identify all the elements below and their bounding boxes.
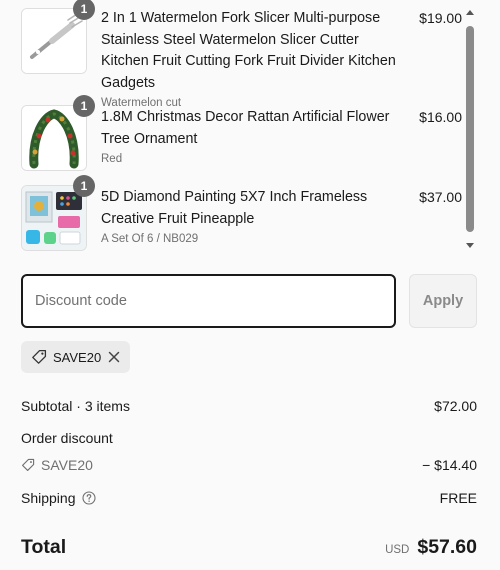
shipping-row: Shipping FREE <box>21 487 477 509</box>
subtotal-label: Subtotal · 3 items <box>21 398 130 414</box>
scroll-down-arrow-icon[interactable] <box>466 243 474 248</box>
order-discount-row: Order discount <box>21 427 477 449</box>
order-discount-label: Order discount <box>21 430 113 446</box>
total-row: Total USD $57.60 <box>21 532 477 562</box>
shipping-label: Shipping <box>21 490 76 506</box>
item-price: $37.00 <box>419 189 462 205</box>
subtotal-row: Subtotal · 3 items $72.00 <box>21 395 477 417</box>
quantity-badge: 1 <box>73 0 95 20</box>
discount-value: − $14.40 <box>422 457 477 473</box>
item-price: $16.00 <box>419 109 462 125</box>
total-label: Total <box>21 535 67 558</box>
item-title: 2 In 1 Watermelon Fork Slicer Multi-purp… <box>101 10 396 91</box>
item-variant: Red <box>101 153 123 165</box>
item-details: 1.8M Christmas Decor Rattan Artificial F… <box>101 107 409 167</box>
currency-code: USD <box>385 543 410 556</box>
item-title: 1.8M Christmas Decor Rattan Artificial F… <box>101 109 390 147</box>
applied-discount-code: SAVE20 <box>53 349 102 365</box>
discount-code-input[interactable] <box>21 274 396 328</box>
item-details: 2 In 1 Watermelon Fork Slicer Multi-purp… <box>101 8 409 111</box>
product-thumbnail: 1 <box>21 175 95 251</box>
item-details: 5D Diamond Painting 5X7 Inch Frameless C… <box>101 187 409 247</box>
tag-icon <box>31 349 47 365</box>
item-title: 5D Diamond Painting 5X7 Inch Frameless C… <box>101 189 368 227</box>
items-scrollbar[interactable] <box>462 8 478 250</box>
help-icon[interactable] <box>81 491 96 505</box>
cart-items-list[interactable]: 1 2 In 1 Watermelon Fork Slicer Multi-pu… <box>0 0 500 252</box>
discount-code-label: SAVE20 <box>41 457 93 473</box>
item-variant: A Set Of 6 / NB029 <box>101 233 199 245</box>
quantity-badge: 1 <box>73 95 95 117</box>
shipping-value: FREE <box>439 490 477 506</box>
remove-discount-close-icon[interactable] <box>107 350 121 364</box>
quantity-badge: 1 <box>73 175 95 197</box>
tag-icon <box>21 458 35 472</box>
product-thumbnail: 1 <box>21 0 95 74</box>
apply-discount-button[interactable]: Apply <box>409 274 477 328</box>
discount-code-row: SAVE20 − $14.40 <box>21 454 477 476</box>
subtotal-value: $72.00 <box>434 398 477 414</box>
item-price: $19.00 <box>419 10 462 26</box>
applied-discount-chip: SAVE20 <box>21 341 131 373</box>
total-amount: $57.60 <box>417 535 477 558</box>
scrollbar-thumb[interactable] <box>466 26 474 232</box>
scroll-up-arrow-icon[interactable] <box>466 10 474 15</box>
product-thumbnail: 1 <box>21 95 95 171</box>
